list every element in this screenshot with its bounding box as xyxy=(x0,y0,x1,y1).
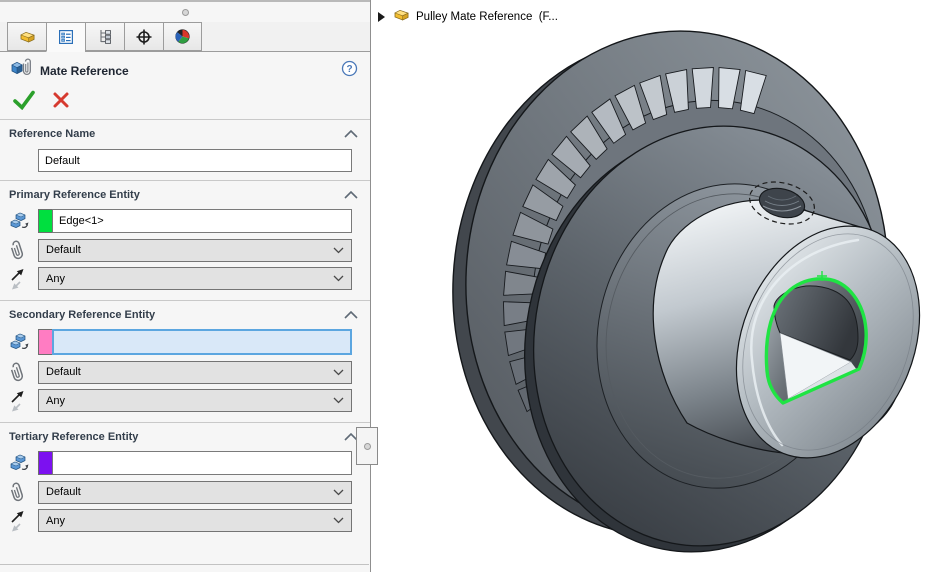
primary-alignment-dropdown[interactable]: Any xyxy=(38,267,352,290)
chevron-down-icon xyxy=(333,489,344,496)
flyout-featuremanager-node[interactable]: Pulley Mate Reference (F... xyxy=(378,7,558,27)
chevron-down-icon xyxy=(333,247,344,254)
tab-dimxpertmanager[interactable] xyxy=(124,22,163,51)
group-title: Secondary Reference Entity xyxy=(9,309,344,321)
featuremanager-part-icon xyxy=(19,29,36,44)
paperclip-icon xyxy=(8,238,38,262)
chevron-up-icon xyxy=(344,311,358,319)
pulley-model[interactable] xyxy=(376,0,944,572)
divider xyxy=(0,564,369,565)
propertymanager-actions xyxy=(0,85,370,119)
mate-alignment-icon xyxy=(8,510,38,532)
chevron-down-icon xyxy=(333,275,344,282)
primary-reference-header[interactable]: Primary Reference Entity xyxy=(0,181,370,205)
tab-configurationmanager[interactable] xyxy=(85,22,124,51)
group-title: Tertiary Reference Entity xyxy=(9,431,344,443)
ok-button[interactable] xyxy=(12,90,36,110)
manager-tab-bar xyxy=(0,22,370,52)
secondary-alignment-dropdown[interactable]: Any xyxy=(38,389,352,412)
section-tertiary-reference: Tertiary Reference Entity xyxy=(0,423,370,532)
featuremanager-splitter[interactable] xyxy=(0,0,370,22)
dropdown-value: Default xyxy=(46,244,333,256)
page-title: Mate Reference xyxy=(40,64,341,78)
dimxpertmanager-icon xyxy=(135,28,153,46)
section-secondary-reference: Secondary Reference Entity xyxy=(0,301,370,422)
mate-alignment-icon xyxy=(8,390,38,412)
chevron-up-icon xyxy=(344,130,358,138)
group-title: Primary Reference Entity xyxy=(9,189,344,201)
graphics-area[interactable]: Pulley Mate Reference (F... xyxy=(372,0,944,572)
propertymanager-icon xyxy=(58,29,74,45)
mate-alignment-icon xyxy=(8,268,38,290)
primary-color-swatch xyxy=(38,209,52,233)
tertiary-reference-header[interactable]: Tertiary Reference Entity xyxy=(0,423,370,447)
propertymanager-header: Mate Reference ? xyxy=(0,52,370,85)
reference-entity-selection-icon xyxy=(8,210,38,232)
group-title: Reference Name xyxy=(9,128,344,140)
chevron-down-icon xyxy=(333,517,344,524)
splitter-dot xyxy=(182,9,189,16)
displaymanager-icon xyxy=(174,28,191,45)
reference-entity-selection-icon xyxy=(8,331,38,353)
tab-featuremanager[interactable] xyxy=(7,22,46,51)
property-manager-panel: Mate Reference ? xyxy=(0,0,371,572)
tertiary-mate-type-dropdown[interactable]: Default xyxy=(38,481,352,504)
mate-reference-icon xyxy=(10,58,32,83)
chevron-up-icon xyxy=(344,191,358,199)
solidworks-window: Mate Reference ? xyxy=(0,0,944,572)
flyout-node-label[interactable]: Pulley Mate Reference (F... xyxy=(416,11,558,23)
dropdown-value: Default xyxy=(46,486,333,498)
pulley-part[interactable] xyxy=(440,20,944,572)
dropdown-value: Any xyxy=(46,515,333,527)
tab-displaymanager[interactable] xyxy=(163,22,202,51)
grip-dot xyxy=(364,443,371,450)
secondary-color-swatch xyxy=(38,329,52,355)
primary-selection-input[interactable] xyxy=(52,209,352,233)
chevron-down-icon xyxy=(333,369,344,376)
secondary-mate-type-dropdown[interactable]: Default xyxy=(38,361,352,384)
dropdown-value: Any xyxy=(46,395,333,407)
help-glyph: ? xyxy=(346,64,352,75)
section-primary-reference: Primary Reference Entity xyxy=(0,181,370,300)
tertiary-selection-input[interactable] xyxy=(52,451,352,475)
cancel-button[interactable] xyxy=(52,91,70,109)
chevron-down-icon xyxy=(333,397,344,404)
reference-entity-selection-icon xyxy=(8,452,38,474)
flyout-expand-arrow[interactable] xyxy=(378,12,385,22)
tertiary-color-swatch xyxy=(38,451,52,475)
secondary-selection-input[interactable] xyxy=(54,331,350,353)
paperclip-icon xyxy=(8,480,38,504)
primary-mate-type-dropdown[interactable]: Default xyxy=(38,239,352,262)
tab-propertymanager[interactable] xyxy=(46,22,85,52)
help-button[interactable]: ? xyxy=(341,60,358,82)
secondary-selection-box[interactable] xyxy=(52,329,352,355)
flyout-part-icon xyxy=(393,7,410,27)
section-reference-name: Reference Name xyxy=(0,120,370,172)
tertiary-alignment-dropdown[interactable]: Any xyxy=(38,509,352,532)
reference-name-input[interactable] xyxy=(38,149,352,172)
dropdown-value: Default xyxy=(46,366,333,378)
secondary-reference-header[interactable]: Secondary Reference Entity xyxy=(0,301,370,325)
dropdown-value: Any xyxy=(46,273,333,285)
reference-name-header[interactable]: Reference Name xyxy=(0,120,370,144)
configurationmanager-icon xyxy=(97,28,114,45)
paperclip-icon xyxy=(8,360,38,384)
panel-resize-grip[interactable] xyxy=(356,427,378,465)
